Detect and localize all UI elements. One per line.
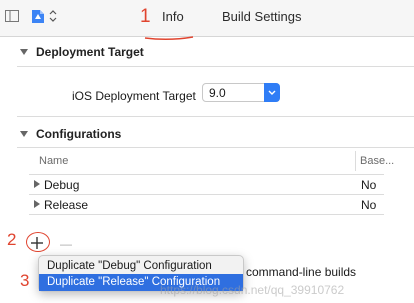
deployment-target-label: iOS Deployment Target: [72, 89, 196, 103]
annotation-mark-2: 2: [7, 230, 17, 249]
add-configuration-button[interactable]: [29, 235, 45, 251]
target-selector-chevron-icon[interactable]: [49, 9, 57, 23]
annotation-mark-1: 1: [140, 6, 151, 27]
sidebar-toggle-icon[interactable]: [4, 8, 20, 24]
annotation-underline: [144, 28, 194, 41]
row-name: Release: [44, 198, 89, 212]
row-name: Debug: [44, 178, 80, 192]
divider: [17, 66, 414, 67]
watermark: https://blog.csdn.net/qq_39910762: [160, 283, 345, 297]
column-header-name[interactable]: Name: [39, 155, 68, 167]
deployment-target-select[interactable]: 9.0: [202, 83, 280, 102]
configurations-disclosure-icon[interactable]: [20, 131, 28, 137]
deployment-target-value: 9.0: [209, 86, 226, 100]
deployment-disclosure-icon[interactable]: [20, 49, 28, 55]
table-divider: [29, 214, 384, 215]
project-file-icon[interactable]: [31, 9, 45, 24]
select-chevron-icon[interactable]: [264, 83, 280, 102]
table-row[interactable]: Release No: [29, 195, 384, 213]
remove-configuration-button[interactable]: —: [60, 235, 76, 251]
divider: [17, 116, 414, 117]
divider: [17, 147, 414, 148]
minus-icon: —: [60, 237, 72, 251]
menu-item-duplicate-debug[interactable]: Duplicate "Debug" Configuration: [39, 258, 243, 275]
row-disclosure-icon[interactable]: [34, 180, 40, 188]
column-separator: [355, 151, 356, 171]
table-row[interactable]: Debug No: [29, 175, 384, 193]
row-base: No: [361, 198, 377, 212]
annotation-mark-3: 3: [20, 271, 30, 290]
deployment-section-title: Deployment Target: [36, 45, 144, 59]
configurations-section-title: Configurations: [36, 127, 122, 141]
tab-build-settings[interactable]: Build Settings: [222, 9, 302, 24]
tab-info[interactable]: Info: [162, 9, 184, 24]
command-line-builds-text: command-line builds: [246, 265, 357, 279]
row-disclosure-icon[interactable]: [34, 200, 40, 208]
row-base: No: [361, 178, 377, 192]
menu-item-label: Duplicate "Debug" Configuration: [47, 260, 212, 272]
editor-tab-bar: Info Build Settings: [0, 0, 414, 37]
column-header-base[interactable]: Base...: [360, 155, 394, 167]
